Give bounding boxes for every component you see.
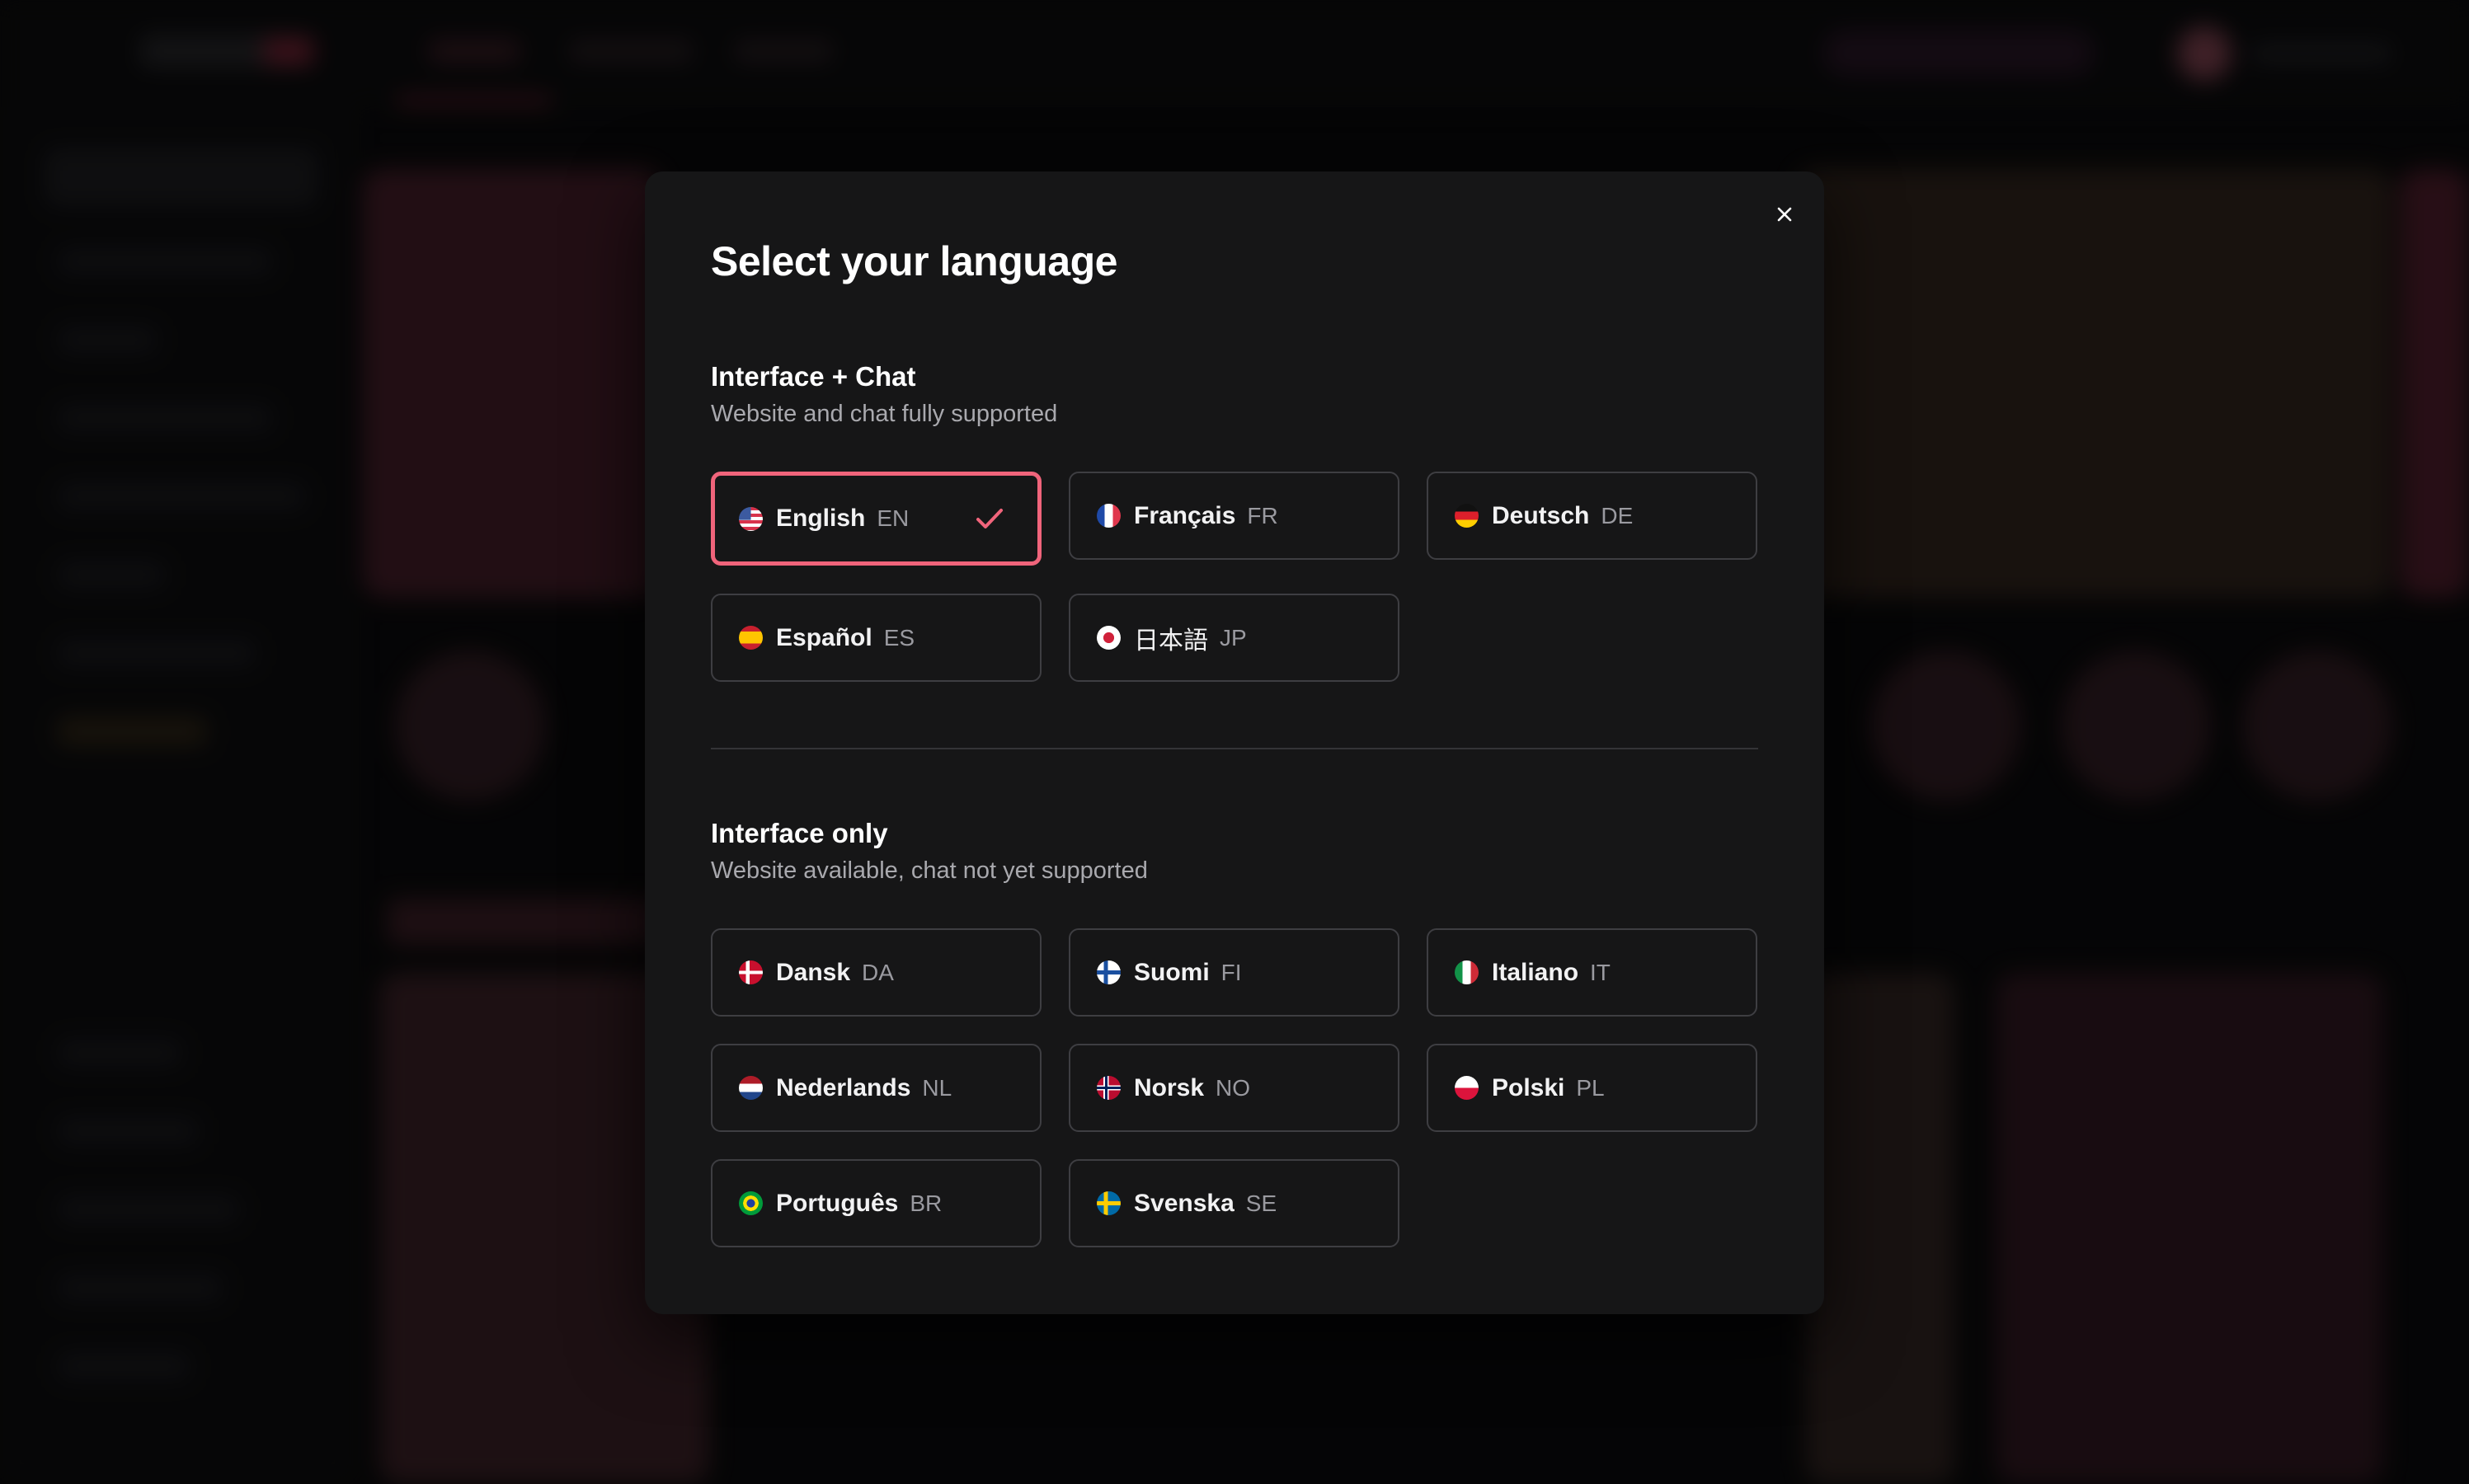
language-option-fi[interactable]: Suomi FI: [1069, 928, 1399, 1017]
language-option-jp[interactable]: 日本語 JP: [1069, 594, 1399, 682]
jp-flag-icon: [1097, 626, 1121, 650]
language-code: JP: [1220, 624, 1247, 650]
language-option-en[interactable]: English EN: [711, 472, 1042, 566]
br-flag-icon: [739, 1191, 763, 1215]
pl-flag-icon: [1455, 1076, 1479, 1100]
no-flag-icon: [1097, 1076, 1121, 1100]
language-code: NL: [922, 1074, 952, 1101]
dk-flag-icon: [739, 960, 763, 984]
es-flag-icon: [739, 626, 763, 650]
it-flag-icon: [1455, 960, 1479, 984]
language-code: BR: [910, 1190, 943, 1216]
language-code: EN: [877, 505, 910, 531]
close-button[interactable]: [1767, 197, 1802, 232]
language-code: DA: [862, 959, 894, 985]
language-code: SE: [1245, 1190, 1277, 1216]
language-option-no[interactable]: Norsk NO: [1069, 1044, 1399, 1132]
language-code: IT: [1590, 959, 1611, 985]
language-name: Português: [776, 1189, 899, 1217]
language-name: Polski: [1492, 1073, 1565, 1101]
language-name: English: [776, 505, 866, 532]
section-divider: [711, 748, 1758, 749]
language-option-nl[interactable]: Nederlands NL: [711, 1044, 1042, 1132]
language-code: FR: [1247, 502, 1278, 528]
language-option-pl[interactable]: Polski PL: [1427, 1044, 1757, 1132]
language-option-es[interactable]: Español ES: [711, 594, 1042, 682]
us-flag-icon: [739, 506, 763, 531]
close-icon: [1777, 207, 1792, 222]
checkmark-icon: [976, 509, 1003, 528]
language-option-fr[interactable]: Français FR: [1069, 472, 1399, 560]
language-code: ES: [883, 624, 915, 650]
section-subtitle-interface-chat: Website and chat fully supported: [711, 401, 1058, 427]
de-flag-icon: [1455, 504, 1479, 528]
language-name: Deutsch: [1492, 501, 1590, 529]
language-option-br[interactable]: Português BR: [711, 1159, 1042, 1247]
section-title-interface-chat: Interface + Chat: [711, 361, 916, 392]
section-subtitle-interface-only: Website available, chat not yet supporte…: [711, 857, 1148, 884]
language-name: Svenska: [1134, 1189, 1234, 1217]
language-name: Suomi: [1134, 958, 1210, 986]
fi-flag-icon: [1097, 960, 1121, 984]
fr-flag-icon: [1097, 504, 1121, 528]
language-name: Français: [1134, 501, 1236, 529]
language-option-de[interactable]: Deutsch DE: [1427, 472, 1757, 560]
language-option-se[interactable]: Svenska SE: [1069, 1159, 1399, 1247]
language-code: FI: [1220, 959, 1242, 985]
language-code: DE: [1601, 502, 1634, 528]
language-option-da[interactable]: Dansk DA: [711, 928, 1042, 1017]
language-name: 日本語: [1134, 627, 1208, 655]
section-title-interface-only: Interface only: [711, 818, 888, 848]
modal-title: Select your language: [711, 238, 1117, 284]
language-option-it[interactable]: Italiano IT: [1427, 928, 1757, 1017]
language-code: NO: [1216, 1074, 1251, 1101]
language-name: Español: [776, 623, 872, 651]
language-name: Italiano: [1492, 958, 1579, 986]
language-name: Nederlands: [776, 1073, 911, 1101]
se-flag-icon: [1097, 1191, 1121, 1215]
language-name: Dansk: [776, 958, 851, 986]
language-name: Norsk: [1134, 1073, 1205, 1101]
nl-flag-icon: [739, 1076, 763, 1100]
language-code: PL: [1576, 1074, 1605, 1101]
language-modal: [645, 171, 1824, 1314]
